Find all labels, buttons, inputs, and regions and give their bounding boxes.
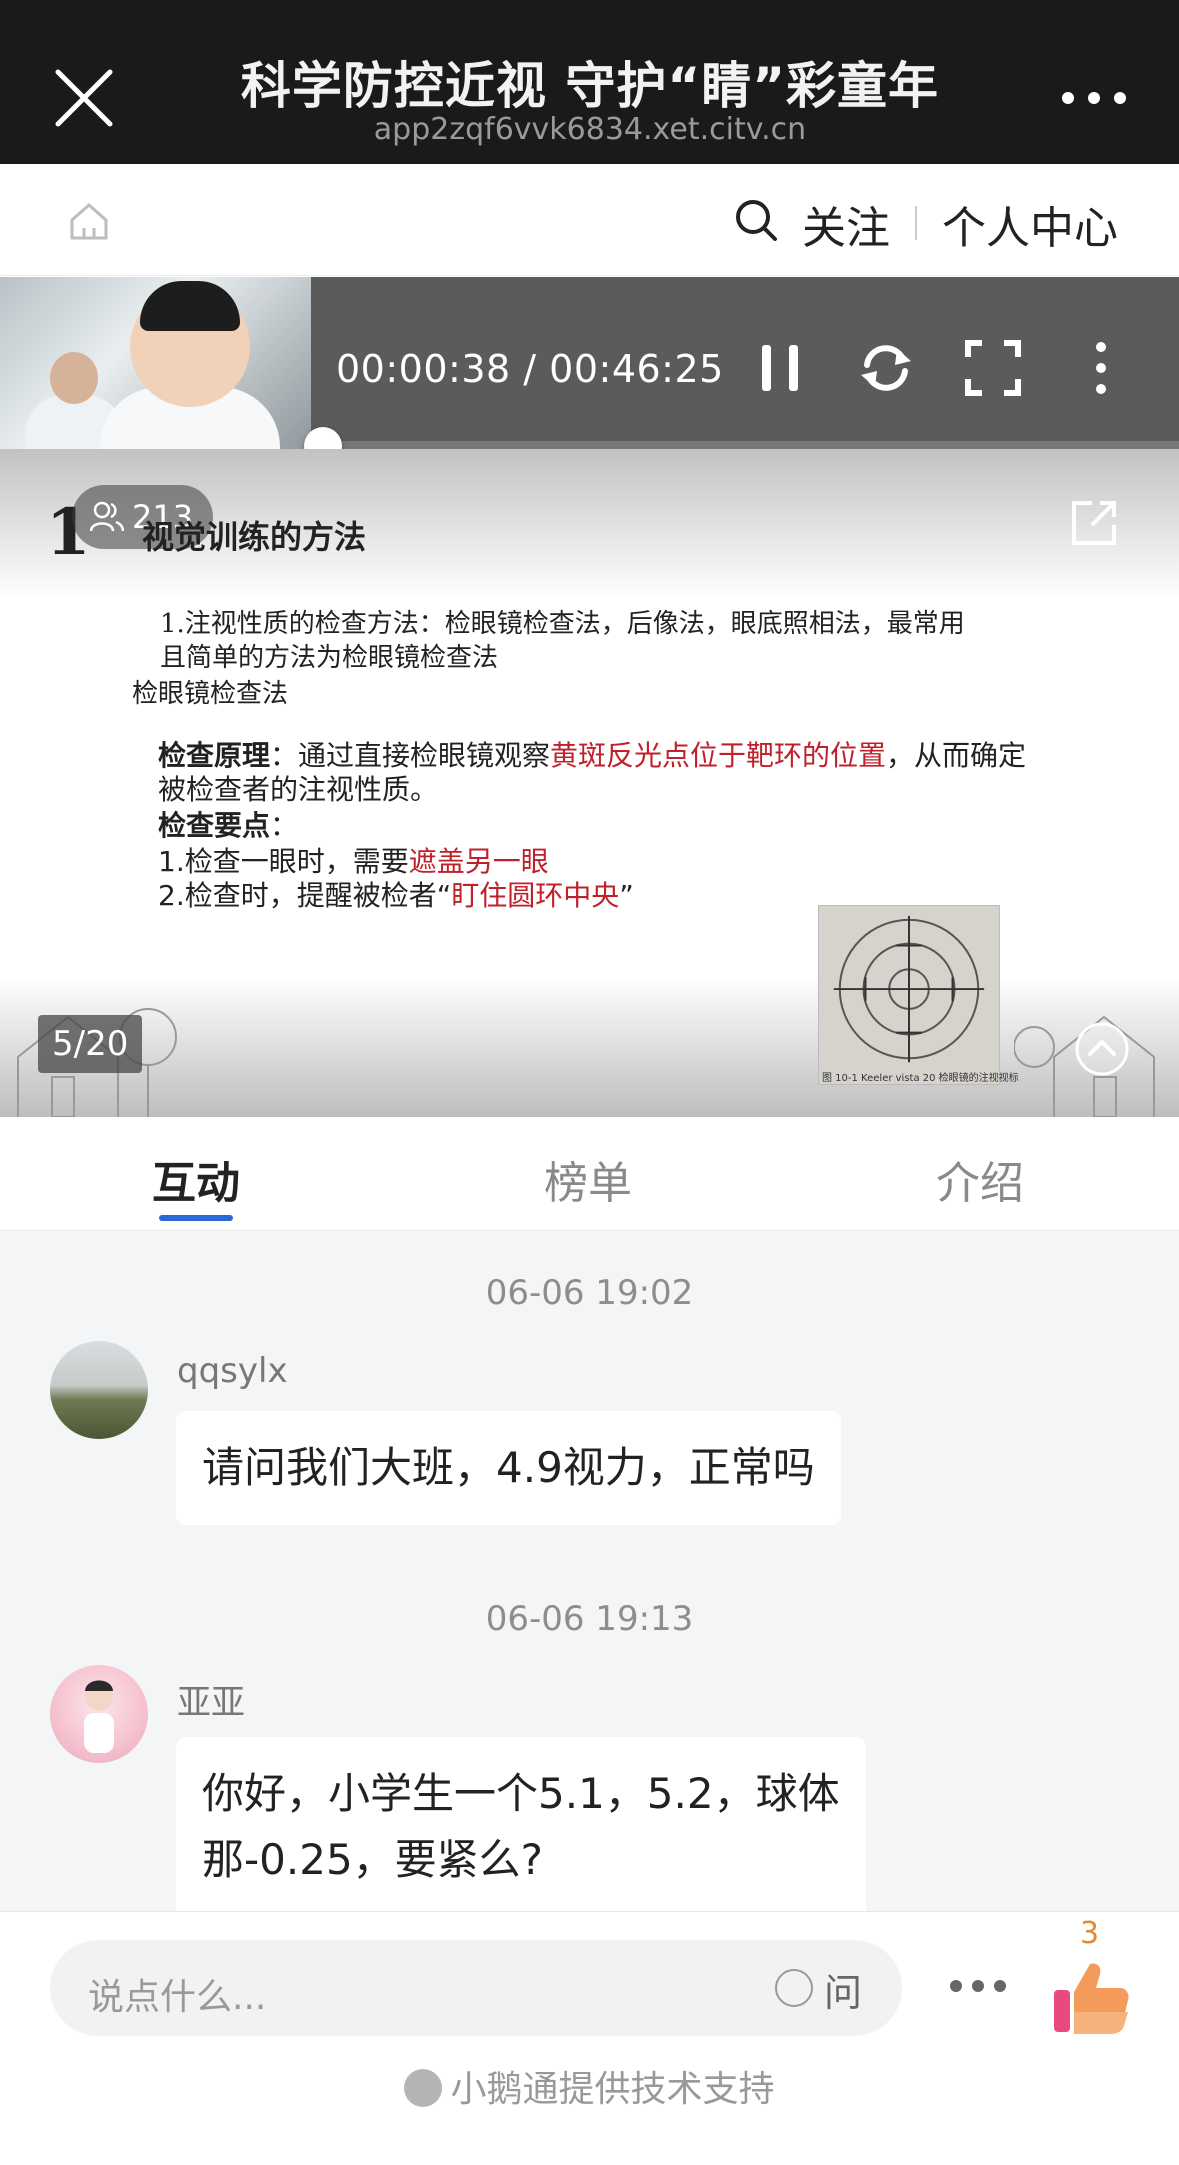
like-count: 3 [1080, 1916, 1100, 1951]
page-indicator: 5/20 [38, 1015, 143, 1073]
comment-input[interactable]: 说点什么... 问 [50, 1940, 902, 2036]
share-icon[interactable] [1068, 497, 1120, 549]
player-more-icon[interactable] [1072, 339, 1130, 397]
ask-question-label[interactable]: 问 [824, 1962, 862, 2017]
tab-leaderboard[interactable]: 榜单 [544, 1147, 632, 1211]
tab-introduction[interactable]: 介绍 [936, 1147, 1024, 1211]
slide-principle-line: 检查原理：通过直接检眼镜观察黄斑反光点位于靶环的位置，从而确定 [158, 739, 1027, 772]
chat-list[interactable]: 06-06 19:02 qqsylx 请问我们大班，4.9视力，正常吗 06-0… [0, 1231, 1179, 1911]
message-username: 亚亚 [177, 1683, 245, 1723]
avatar[interactable] [50, 1665, 148, 1763]
close-icon[interactable] [52, 66, 116, 130]
video-player[interactable]: 00:00:38 / 00:46:25 1 213 视觉训练的方法 1.注视性质… [0, 277, 1179, 1117]
message-bubble: 你好，小学生一个5.1，5.2，球体 那-0.25，要紧么? [176, 1737, 866, 1911]
ask-question-toggle-icon[interactable] [775, 1969, 813, 2007]
tab-bar: 互动 榜单 介绍 [0, 1117, 1179, 1231]
like-thumbs-up-icon[interactable] [1050, 1956, 1130, 2036]
tab-interaction[interactable]: 互动 [152, 1147, 240, 1211]
time-separator: / [523, 347, 537, 391]
page-title: 科学防控近视 守护“睛”彩童年 [240, 57, 940, 115]
more-actions-icon[interactable] [948, 1978, 1008, 1994]
page-url: app2zqf6vvk6834.xet.citv.cn [373, 112, 807, 147]
slide-point-2: 2.检查时，提醒被检者“盯住圆环中央” [158, 879, 634, 912]
nav-divider [915, 206, 917, 240]
slide-point-1: 1.检查一眼时，需要遮盖另一眼 [158, 845, 549, 878]
player-controls: 00:00:38 / 00:46:25 [0, 277, 1179, 452]
bottom-input-bar: 说点什么... 问 3 小鹅通提供技术支持 [0, 1911, 1179, 2165]
follow-button[interactable]: 关注 [802, 192, 890, 256]
total-time: 00:46:25 [549, 347, 724, 391]
fixation-target-figure [818, 905, 1000, 1085]
playback-time: 00:00:38 / 00:46:25 [336, 347, 724, 391]
lecture-slide: 1 213 视觉训练的方法 1.注视性质的检查方法：检眼镜检查法，后像法，眼底照… [0, 449, 1179, 1117]
home-icon[interactable] [68, 200, 110, 242]
search-icon[interactable] [734, 198, 778, 242]
nav-bar: 关注 个人中心 [0, 164, 1179, 276]
message-bubble: 请问我们大班，4.9视力，正常吗 [176, 1411, 841, 1525]
tech-support-footer: 小鹅通提供技术支持 [0, 2060, 1179, 2112]
slide-principle-line: 被检查者的注视性质。 [158, 773, 439, 806]
message-username: qqsylx [177, 1351, 288, 1391]
refresh-icon[interactable] [857, 339, 915, 397]
slide-heading: 视觉训练的方法 [142, 518, 367, 556]
comment-input-placeholder: 说点什么... [88, 1977, 267, 2018]
slide-text-line: 且简单的方法为检眼镜检查法 [160, 643, 499, 673]
slide-points-label: 检查要点： [158, 809, 299, 842]
pause-icon[interactable] [752, 339, 810, 397]
personal-center-button[interactable]: 个人中心 [942, 192, 1118, 256]
xiaoetong-logo-icon [404, 2069, 443, 2107]
message-timestamp: 06-06 19:13 [485, 1599, 694, 1639]
fullscreen-icon[interactable] [964, 339, 1022, 397]
avatar-figure [84, 1680, 114, 1753]
active-tab-indicator [159, 1215, 233, 1221]
message-timestamp: 06-06 19:02 [485, 1273, 694, 1313]
avatar[interactable] [50, 1341, 148, 1439]
more-options-icon[interactable] [1059, 88, 1129, 108]
progress-track[interactable] [311, 441, 1179, 449]
users-icon [90, 501, 124, 532]
slide-text-line: 检眼镜检查法 [132, 679, 289, 709]
current-time: 00:00:38 [336, 347, 511, 391]
presenter-video-thumbnail[interactable] [0, 277, 311, 452]
figure-caption: 图 10-1 Keeler vista 20 检眼镜的注视视标 [822, 1073, 1019, 1084]
collapse-up-icon[interactable] [1074, 1021, 1130, 1077]
top-bar: 科学防控近视 守护“睛”彩童年 app2zqf6vvk6834.xet.citv… [0, 0, 1179, 164]
slide-text-line: 1.注视性质的检查方法：检眼镜检查法，后像法，眼底照相法，最常用 [160, 609, 965, 639]
